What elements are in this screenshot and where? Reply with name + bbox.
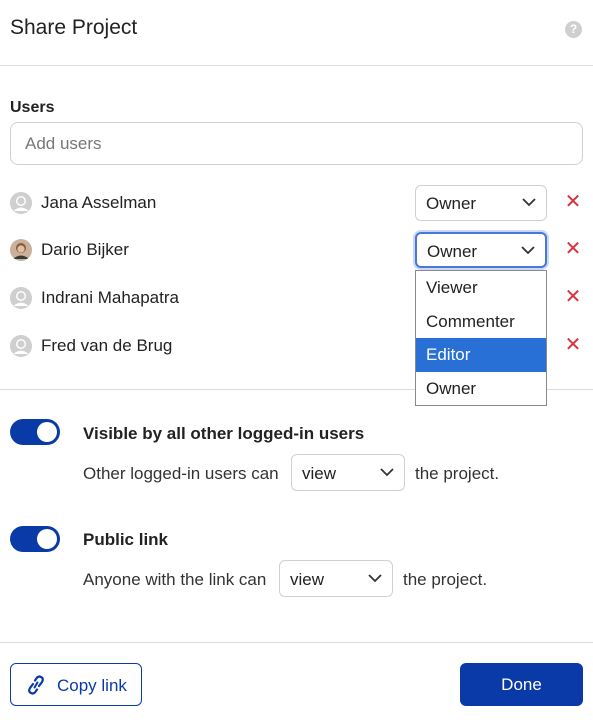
users-label: Users <box>10 99 55 116</box>
public-link-suffix-text: the project. <box>403 570 488 589</box>
user-row: Jana Asselman Owner ✕ <box>10 185 583 221</box>
public-link-permission-select[interactable]: view <box>279 560 393 597</box>
help-icon[interactable]: ? <box>565 21 582 38</box>
role-option-editor[interactable]: Editor <box>416 338 546 372</box>
remove-user-icon[interactable]: ✕ <box>564 192 582 212</box>
default-avatar-icon <box>10 335 32 357</box>
user-row: Dario Bijker Owner ✕ <box>10 232 583 268</box>
user-name: Fred van de Brug <box>41 336 173 355</box>
chevron-down-icon <box>380 468 394 477</box>
chevron-down-icon <box>521 246 535 255</box>
role-option-owner[interactable]: Owner <box>416 372 546 406</box>
public-link-toggle[interactable] <box>10 526 60 552</box>
public-link-prefix-text: Anyone with the link can <box>83 570 267 589</box>
copy-link-label: Copy link <box>57 676 127 695</box>
toggle-knob <box>37 422 57 442</box>
user-name: Indrani Mahapatra <box>41 288 179 307</box>
chevron-down-icon <box>368 574 382 583</box>
logged-in-visibility-title: Visible by all other logged-in users <box>83 424 365 443</box>
role-select[interactable]: Owner <box>415 232 547 268</box>
role-value: Owner <box>427 242 478 261</box>
default-avatar-icon <box>10 192 32 214</box>
dialog-title: Share Project <box>10 16 138 39</box>
copy-link-button[interactable]: Copy link <box>10 663 142 706</box>
role-select[interactable]: Owner <box>415 185 547 221</box>
chevron-down-icon <box>522 198 536 207</box>
link-icon <box>28 675 44 695</box>
default-avatar-icon <box>10 287 32 309</box>
remove-user-icon[interactable]: ✕ <box>564 239 582 259</box>
permission-value: view <box>302 464 337 483</box>
user-name: Jana Asselman <box>41 193 157 212</box>
logged-in-permission-select[interactable]: view <box>291 454 405 491</box>
role-option-commenter[interactable]: Commenter <box>416 305 546 339</box>
role-dropdown-menu: Viewer Commenter Editor Owner <box>415 270 547 406</box>
done-label: Done <box>501 675 542 694</box>
role-value: Owner <box>426 194 477 213</box>
add-users-input[interactable] <box>10 122 583 165</box>
public-link-title: Public link <box>83 530 169 549</box>
logged-in-prefix-text: Other logged-in users can <box>83 464 279 483</box>
photo-avatar-icon <box>10 239 32 261</box>
permission-value: view <box>290 570 325 589</box>
role-option-viewer[interactable]: Viewer <box>416 271 546 305</box>
logged-in-suffix-text: the project. <box>415 464 500 483</box>
divider <box>0 642 593 643</box>
dialog-header: Share Project ? <box>0 0 593 66</box>
done-button[interactable]: Done <box>460 663 583 706</box>
remove-user-icon[interactable]: ✕ <box>564 287 582 307</box>
user-name: Dario Bijker <box>41 240 129 259</box>
toggle-knob <box>37 529 57 549</box>
remove-user-icon[interactable]: ✕ <box>564 335 582 355</box>
logged-in-visibility-toggle[interactable] <box>10 419 60 445</box>
